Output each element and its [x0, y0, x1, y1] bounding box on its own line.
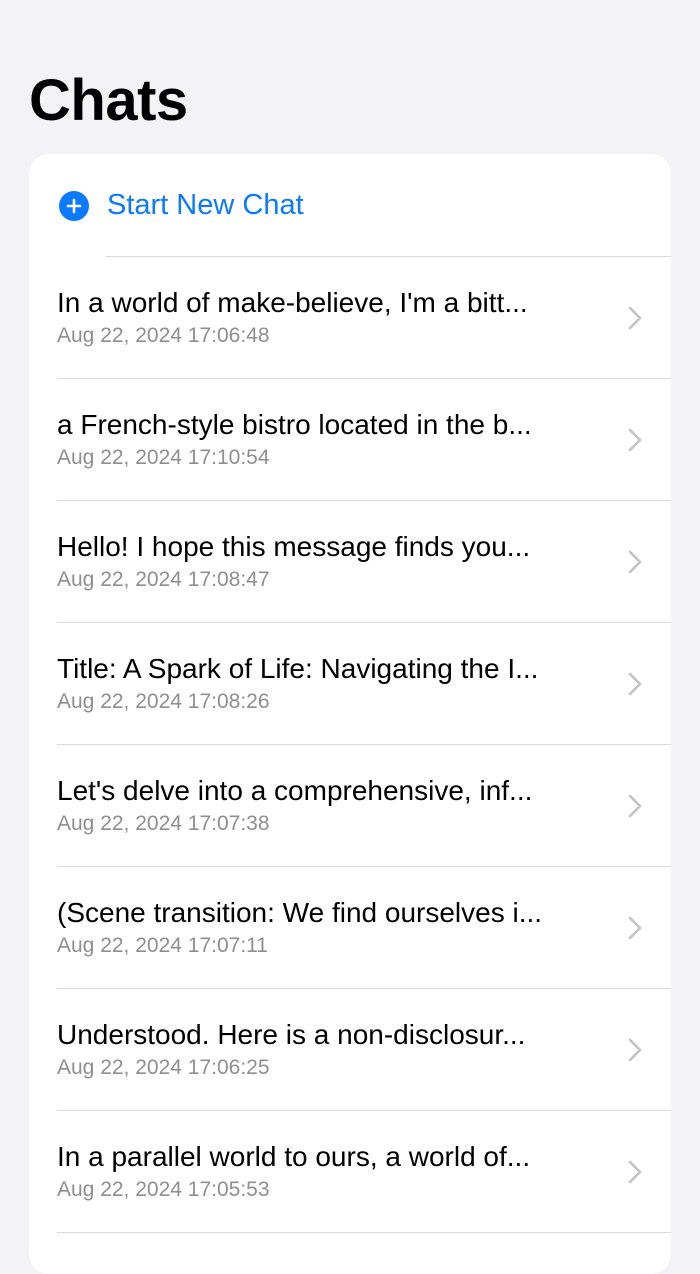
chats-card: Start New Chat In a world of make-believ…	[29, 154, 671, 1274]
chat-title: a French-style bistro located in the b..…	[57, 409, 532, 440]
chat-timestamp: Aug 22, 2024 17:07:11	[57, 934, 268, 957]
chat-row[interactable]: In a parallel world to ours, a world of.…	[29, 1111, 671, 1233]
page-title: Chats	[29, 68, 188, 133]
chat-timestamp: Aug 22, 2024 17:06:25	[57, 1056, 270, 1079]
chat-row[interactable]: Hello! I hope this message finds you... …	[29, 501, 671, 623]
start-new-chat-label: Start New Chat	[107, 189, 304, 221]
chat-title: Understood. Here is a non-disclosur...	[57, 1019, 526, 1050]
chat-row[interactable]: a French-style bistro located in the b..…	[29, 379, 671, 501]
chat-timestamp: Aug 22, 2024 17:08:26	[57, 690, 270, 713]
chevron-right-icon	[628, 1160, 642, 1184]
chat-title: Title: A Spark of Life: Navigating the I…	[57, 653, 539, 684]
chat-timestamp: Aug 22, 2024 17:08:47	[57, 568, 270, 591]
chevron-right-icon	[628, 306, 642, 330]
chevron-right-icon	[628, 672, 642, 696]
chat-row[interactable]: Understood. Here is a non-disclosur... A…	[29, 989, 671, 1111]
chevron-right-icon	[628, 550, 642, 574]
chat-timestamp: Aug 22, 2024 17:06:48	[57, 324, 270, 347]
chat-timestamp: Aug 22, 2024 17:07:38	[57, 812, 270, 835]
chat-timestamp: Aug 22, 2024 17:05:53	[57, 1178, 270, 1201]
chat-title: Hello! I hope this message finds you...	[57, 531, 531, 562]
start-new-chat-button[interactable]: Start New Chat	[29, 154, 671, 257]
chevron-right-icon	[628, 916, 642, 940]
chat-row[interactable]: In a world of make-believe, I'm a bitt..…	[29, 257, 671, 379]
plus-circle-icon	[59, 190, 89, 221]
chat-title: (Scene transition: We find ourselves i..…	[57, 897, 543, 928]
chevron-right-icon	[628, 794, 642, 818]
chat-row[interactable]: Title: A Spark of Life: Navigating the I…	[29, 623, 671, 745]
chat-row[interactable]: (Scene transition: We find ourselves i..…	[29, 867, 671, 989]
chevron-right-icon	[628, 1038, 642, 1062]
chat-title: Let's delve into a comprehensive, inf...	[57, 775, 533, 806]
chat-title: In a parallel world to ours, a world of.…	[57, 1141, 531, 1172]
chat-row[interactable]: Let's delve into a comprehensive, inf...…	[29, 745, 671, 867]
chat-title: In a world of make-believe, I'm a bitt..…	[57, 287, 528, 318]
chat-list: In a world of make-believe, I'm a bitt..…	[29, 257, 671, 1233]
chevron-right-icon	[628, 428, 642, 452]
chat-timestamp: Aug 22, 2024 17:10:54	[57, 446, 270, 469]
